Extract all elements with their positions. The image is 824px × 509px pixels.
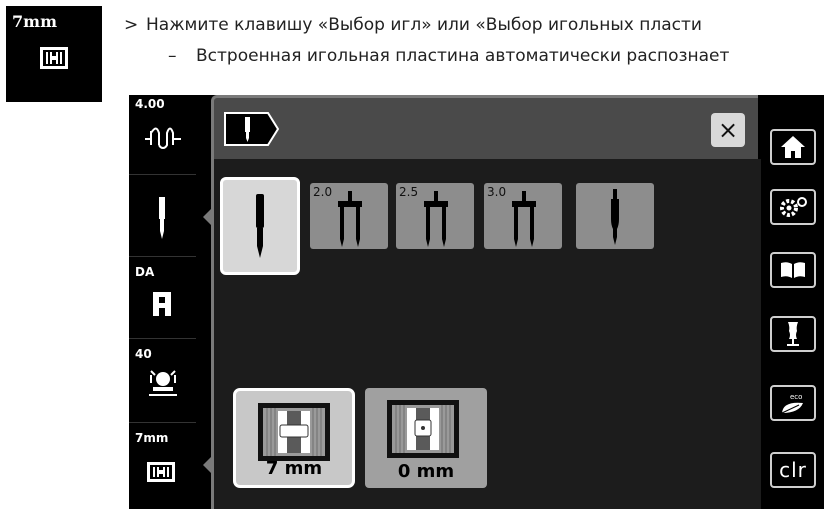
single-needle-icon [256, 194, 264, 258]
stitch-plate-small-icon [147, 462, 175, 482]
close-button[interactable]: × [711, 113, 745, 147]
presser-foot-icon [153, 292, 171, 316]
presser-foot-value: DA [135, 265, 155, 279]
home-button[interactable] [770, 129, 816, 165]
home-icon [781, 136, 805, 158]
settings-icon [780, 197, 807, 217]
instruction-note: – Встроенная игольная пластина автоматиче… [168, 46, 729, 66]
note-text: Встроенная игольная пластина автоматичес… [196, 46, 730, 66]
plate-option-0mm[interactable]: 0 mm [365, 388, 487, 488]
clear-button[interactable]: clr [770, 452, 816, 488]
step-text: Нажмите клавишу «Выбор игл» или «Выбор и… [146, 15, 702, 35]
thread-tension-button[interactable]: 4.00 [129, 95, 196, 175]
needle-option-label: 2.5 [399, 185, 419, 199]
needle-icon [159, 197, 165, 239]
thread-tension-icon [145, 127, 181, 149]
needle-tab-icon [224, 112, 279, 146]
content-panel: 2.0 2.5 3.0 7 mm 0 mm [214, 159, 761, 509]
tutorial-button[interactable] [770, 316, 816, 352]
stitch-plate-7mm-icon [258, 403, 330, 461]
stitch-plate-glyph [40, 47, 68, 69]
twin-needle-icon [512, 191, 536, 247]
stitch-plate-0mm-icon [387, 400, 459, 458]
clear-button-label: clr [779, 458, 807, 482]
stitch-plate-button[interactable]: 7mm [129, 423, 196, 509]
presser-pressure-icon [149, 370, 177, 396]
left-sidebar: 4.00 DA 40 7mm [129, 95, 196, 509]
tutorial-mannequin-icon [787, 322, 799, 346]
svg-text:eco: eco [790, 393, 802, 401]
step-marker: > [124, 15, 139, 35]
plate-option-label: 7 mm [265, 458, 323, 479]
needle-option-3-0[interactable]: 3.0 [484, 183, 562, 249]
settings-button[interactable] [770, 189, 816, 225]
twin-needle-icon [338, 191, 362, 247]
plate-option-label: 0 mm [397, 461, 455, 482]
note-marker: – [168, 46, 177, 66]
needle-select-button[interactable] [129, 175, 196, 257]
stitch-plate-label: 7mm [12, 12, 57, 31]
eco-icon: eco [781, 393, 803, 414]
instruction-step: > Нажмите клавишу «Выбор игл» или «Выбор … [124, 15, 702, 35]
stitch-plate-value: 7mm [135, 431, 169, 445]
needle-selection-indicator [203, 209, 211, 225]
needle-option-2-5[interactable]: 2.5 [396, 183, 474, 249]
needle-plate-dialog: × 2.0 2.5 3.0 7 mm 0 mm [211, 95, 761, 509]
close-icon: × [717, 116, 739, 144]
machine-screen: 4.00 DA 40 7mm × 2.0 2.5 3.0 7 mm 0 mm e… [129, 95, 824, 509]
eco-button[interactable]: eco [770, 385, 816, 421]
needle-option-wing[interactable] [576, 183, 654, 249]
plate-selection-indicator [203, 457, 211, 473]
guide-book-icon [781, 262, 805, 278]
stitch-plate-icon: 7mm [6, 6, 102, 102]
needle-option-label: 2.0 [313, 185, 333, 199]
presser-pressure-button[interactable]: 40 [129, 339, 196, 423]
right-sidebar: eco clr [765, 95, 824, 509]
thread-tension-value: 4.00 [135, 97, 165, 111]
needle-option-single[interactable] [220, 177, 300, 275]
wing-needle-icon [611, 189, 619, 245]
twin-needle-icon [424, 191, 448, 247]
needle-option-2-0[interactable]: 2.0 [310, 183, 388, 249]
needle-option-label: 3.0 [487, 185, 507, 199]
plate-option-7mm[interactable]: 7 mm [233, 388, 355, 488]
guide-book-button[interactable] [770, 252, 816, 288]
presser-pressure-value: 40 [135, 347, 152, 361]
presser-foot-button[interactable]: DA [129, 257, 196, 339]
